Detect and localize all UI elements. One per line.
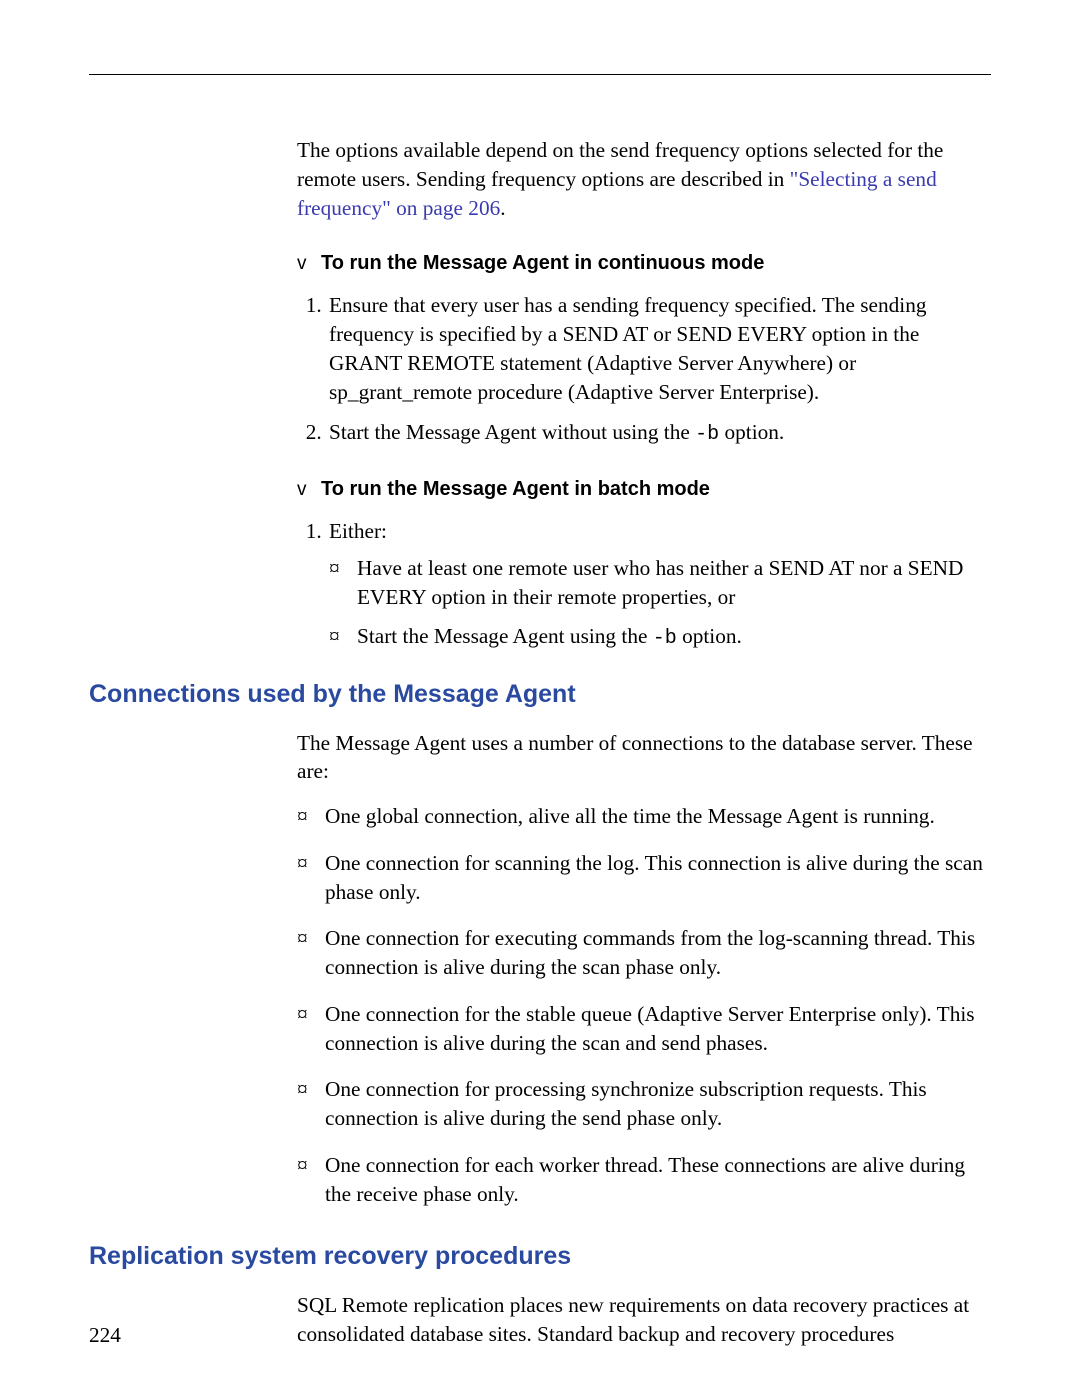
subheading-connections: Connections used by the Message Agent	[89, 680, 991, 709]
intro-paragraph: The options available depend on the send…	[297, 136, 983, 222]
list-item-text: One connection for executing commands fr…	[325, 926, 975, 979]
bullet-icon: ¤	[329, 554, 340, 583]
procedure-title: To run the Message Agent in batch mode	[321, 476, 710, 503]
intro-text: The options available depend on the send…	[297, 136, 983, 222]
intro-after-link: .	[500, 196, 505, 220]
sub-bullet-text: Have at least one remote user who has ne…	[357, 556, 963, 609]
list-item: ¤ One connection for scanning the log. T…	[325, 849, 983, 907]
connections-intro: The Message Agent uses a number of conne…	[297, 729, 983, 787]
procedure-step: Start the Message Agent without using th…	[327, 418, 983, 448]
procedure-steps: Ensure that every user has a sending fre…	[297, 291, 983, 448]
procedure-title: To run the Message Agent in continuous m…	[321, 250, 764, 277]
list-item-text: One connection for scanning the log. Thi…	[325, 851, 983, 904]
procedure-step: Either: ¤ Have at least one remote user …	[327, 517, 983, 651]
procedure-heading: v To run the Message Agent in batch mode	[297, 476, 983, 503]
list-item-text: One connection for processing synchroniz…	[325, 1077, 927, 1130]
sub-bullet-item: ¤ Start the Message Agent using the -b o…	[357, 622, 983, 652]
procedure-marker: v	[297, 251, 321, 277]
content-area: The options available depend on the send…	[89, 136, 991, 1349]
recovery-block: SQL Remote replication places new requir…	[297, 1291, 983, 1349]
connections-list: ¤ One global connection, alive all the t…	[297, 802, 983, 1208]
recovery-intro: SQL Remote replication places new requir…	[297, 1291, 983, 1349]
step-mono-option: -b	[695, 423, 719, 446]
connections-block: The Message Agent uses a number of conne…	[297, 729, 983, 1209]
list-item: ¤ One global connection, alive all the t…	[325, 802, 983, 831]
bullet-icon: ¤	[297, 1151, 308, 1180]
sub-bullet-after: option.	[677, 624, 742, 648]
sub-bullet-mono: -b	[653, 627, 677, 650]
step-text: Either:	[329, 519, 387, 543]
procedure-marker: v	[297, 477, 321, 503]
procedure-steps: Either: ¤ Have at least one remote user …	[297, 517, 983, 651]
list-item: ¤ One connection for each worker thread.…	[325, 1151, 983, 1209]
bullet-icon: ¤	[297, 1000, 308, 1029]
procedure-heading: v To run the Message Agent in continuous…	[297, 250, 983, 277]
procedure-step: Ensure that every user has a sending fre…	[327, 291, 983, 406]
page-number: 224	[89, 1323, 121, 1348]
document-page: The options available depend on the send…	[0, 0, 1080, 1388]
list-item-text: One connection for each worker thread. T…	[325, 1153, 965, 1206]
top-rule	[89, 74, 991, 75]
step-text-before: Start the Message Agent without using th…	[329, 420, 695, 444]
procedure-batch: v To run the Message Agent in batch mode…	[297, 476, 983, 651]
step-text: Ensure that every user has a sending fre…	[329, 293, 927, 403]
procedure-continuous: v To run the Message Agent in continuous…	[297, 250, 983, 448]
sub-bullet-before: Start the Message Agent using the	[357, 624, 653, 648]
subheading-recovery: Replication system recovery procedures	[89, 1242, 991, 1271]
list-item-text: One global connection, alive all the tim…	[325, 804, 935, 828]
list-item: ¤ One connection for the stable queue (A…	[325, 1000, 983, 1058]
sub-bullets: ¤ Have at least one remote user who has …	[329, 554, 983, 652]
bullet-icon: ¤	[329, 622, 340, 651]
bullet-icon: ¤	[297, 802, 308, 831]
list-item-text: One connection for the stable queue (Ada…	[325, 1002, 975, 1055]
bullet-icon: ¤	[297, 924, 308, 953]
step-text-after: option.	[719, 420, 784, 444]
bullet-icon: ¤	[297, 849, 308, 878]
list-item: ¤ One connection for executing commands …	[325, 924, 983, 982]
list-item: ¤ One connection for processing synchron…	[325, 1075, 983, 1133]
bullet-icon: ¤	[297, 1075, 308, 1104]
sub-bullet-item: ¤ Have at least one remote user who has …	[357, 554, 983, 612]
